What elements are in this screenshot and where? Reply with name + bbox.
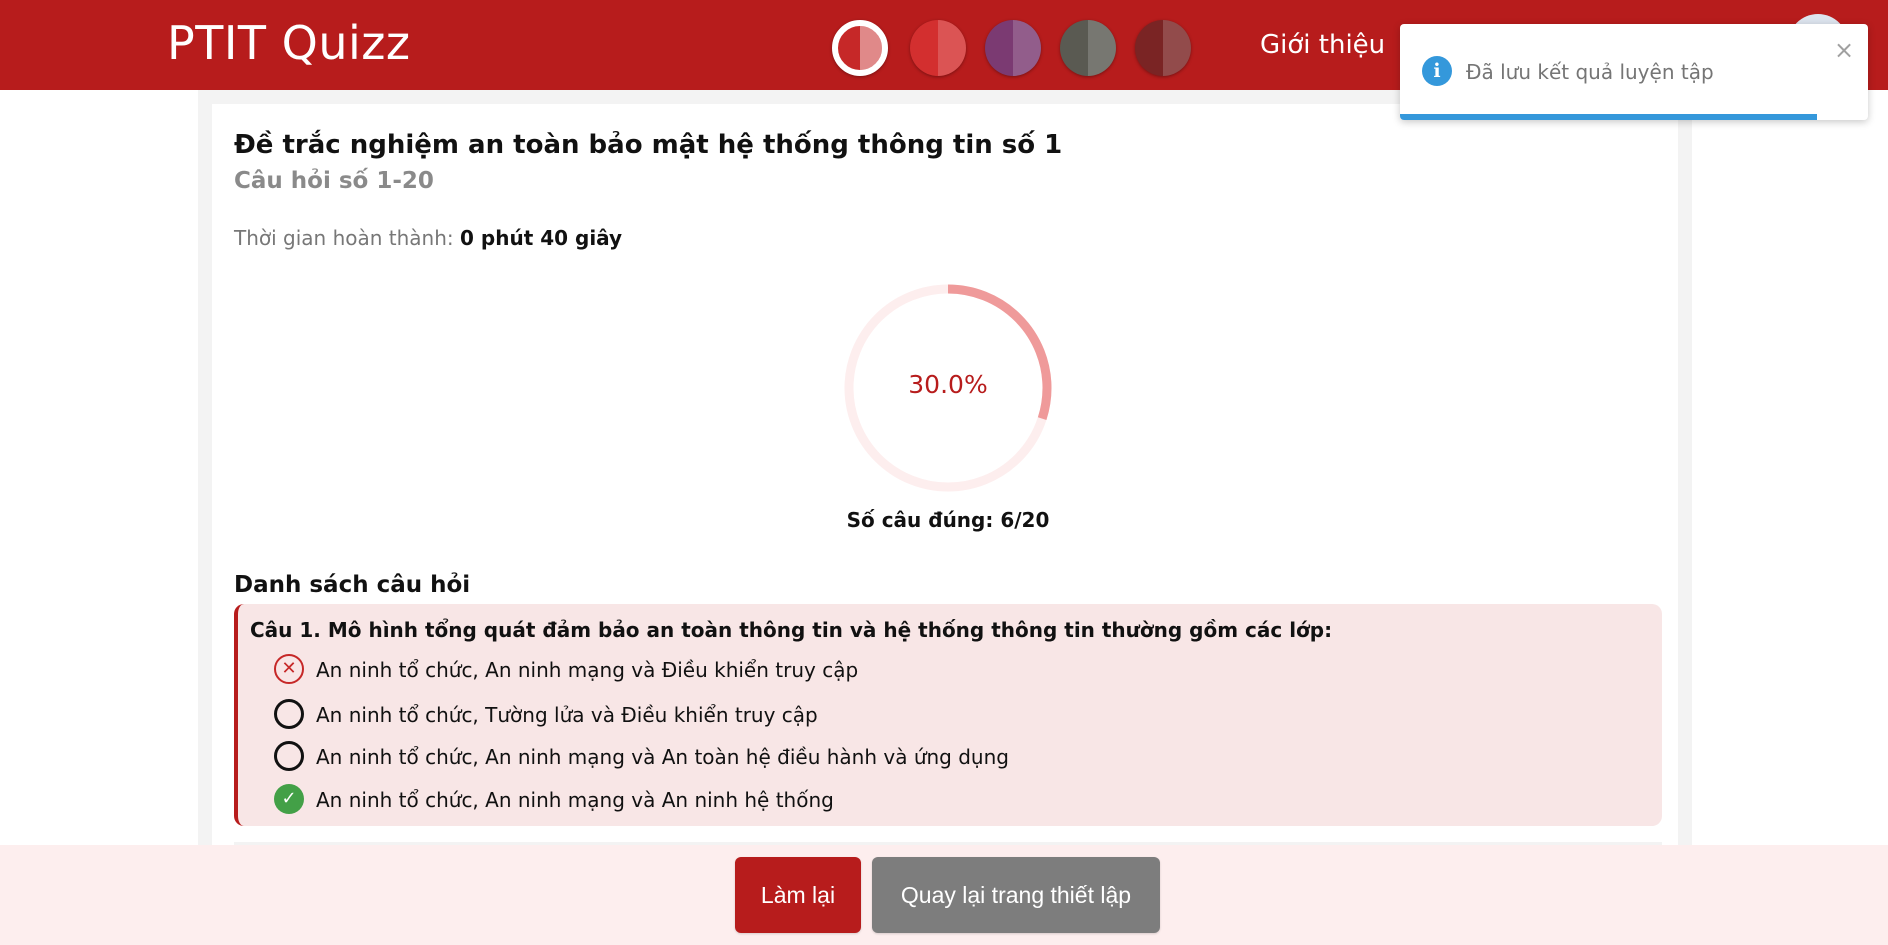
- toast-progress-bar: [1400, 114, 1817, 120]
- radio-circle-icon: [274, 699, 304, 729]
- quiz-title: Đề trắc nghiệm an toàn bảo mật hệ thống …: [234, 130, 1063, 160]
- answer-option-text: An ninh tổ chức, An ninh mạng và Điều kh…: [316, 658, 859, 682]
- question-list-heading: Danh sách câu hỏi: [234, 572, 471, 598]
- theme-swatch-red[interactable]: [910, 20, 966, 76]
- score-percent: 30.0%: [908, 370, 988, 399]
- completion-time: Thời gian hoàn thành: 0 phút 40 giây: [234, 226, 622, 250]
- radio-circle-icon: [274, 741, 304, 771]
- nav-about-link[interactable]: Giới thiệu: [1260, 30, 1385, 60]
- theme-swatch-gray[interactable]: [1060, 20, 1116, 76]
- back-to-setup-button[interactable]: Quay lại trang thiết lập: [872, 857, 1160, 933]
- answer-option-text: An ninh tổ chức, An ninh mạng và An ninh…: [316, 788, 834, 812]
- completion-time-value: 0 phút 40 giây: [460, 226, 623, 250]
- answer-option-text: An ninh tổ chức, Tường lửa và Điều khiển…: [316, 703, 818, 727]
- theme-swatch-red-white[interactable]: [832, 20, 888, 76]
- completion-time-label: Thời gian hoàn thành:: [234, 226, 454, 250]
- quiz-subtitle: Câu hỏi số 1-20: [234, 168, 434, 194]
- theme-swatch-purple[interactable]: [985, 20, 1041, 76]
- wrong-answer-icon: ✕: [274, 654, 304, 684]
- close-icon[interactable]: ×: [1834, 36, 1854, 64]
- toast-notification: i Đã lưu kết quả luyện tập ×: [1400, 24, 1868, 120]
- theme-swatch-maroon[interactable]: [1135, 20, 1191, 76]
- toast-message: Đã lưu kết quả luyện tập: [1466, 60, 1714, 84]
- answer-option-text: An ninh tổ chức, An ninh mạng và An toàn…: [316, 745, 1009, 769]
- question-text: Câu 1. Mô hình tổng quát đảm bảo an toàn…: [250, 618, 1333, 642]
- correct-answer-icon: ✓: [274, 784, 304, 814]
- retry-button[interactable]: Làm lại: [735, 857, 861, 933]
- correct-answer-count: Số câu đúng: 6/20: [846, 508, 1050, 532]
- brand-logo[interactable]: PTIT Quizz: [167, 16, 411, 70]
- info-icon: i: [1422, 56, 1452, 86]
